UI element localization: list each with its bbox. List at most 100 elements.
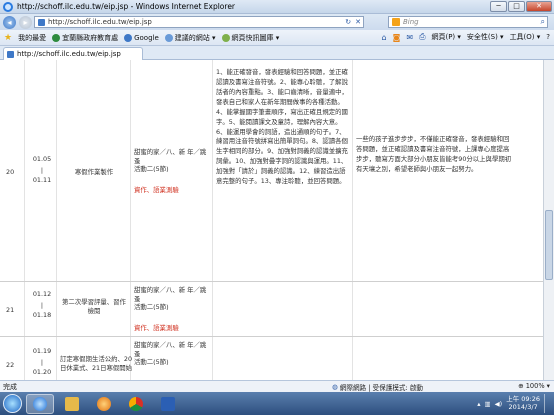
favorite-label: 宜蘭縣政府教育處: [62, 33, 119, 42]
rss-icon: ◙: [392, 32, 401, 42]
maximize-button[interactable]: □: [508, 1, 525, 12]
network-icon[interactable]: ▥: [484, 400, 490, 408]
address-url[interactable]: http://schoff.ilc.edu.tw/eip.jsp: [48, 18, 152, 26]
back-button[interactable]: ◂: [3, 15, 16, 29]
vertical-scrollbar[interactable]: [543, 60, 554, 380]
date-to: 01.11: [32, 176, 52, 185]
event-text: 寒假作業製作: [74, 168, 114, 176]
taskbar-word-button[interactable]: [154, 394, 182, 414]
ie-icon: [33, 396, 47, 411]
status-bar: 完成 ◍ 網際網路 | 受保護模式: 啟動 ⊕ 100% ▾: [0, 380, 554, 392]
date-separator: |: [40, 300, 44, 309]
taskbar-explorer-button[interactable]: [58, 394, 86, 414]
mail-button[interactable]: ✉: [406, 33, 413, 42]
lesson-cell: 甜蜜的家／八、新 年／跳蚤 活動二(5節) 資作、語業測驗: [134, 286, 212, 333]
print-icon: ⎙: [419, 32, 426, 41]
date-separator: |: [40, 357, 44, 366]
navigation-bar: ◂ ▸ http://schoff.ilc.edu.tw/eip.jsp ↻ ✕…: [0, 14, 554, 30]
volume-icon[interactable]: ◀): [495, 400, 503, 408]
mail-icon: ✉: [406, 32, 414, 42]
favorite-label: Google: [134, 33, 159, 42]
google-icon: [124, 33, 133, 42]
search-placeholder[interactable]: Bing: [403, 18, 419, 26]
page-menu[interactable]: 網頁(P) ▾: [431, 32, 460, 42]
date-from: 01.05: [32, 155, 52, 163]
clock-date: 2014/3/7: [508, 402, 538, 411]
close-button[interactable]: ✕: [526, 1, 552, 12]
start-button[interactable]: [3, 394, 22, 413]
lesson-sub: 活動二(5節): [134, 165, 169, 174]
favorites-button[interactable]: 我的最愛: [18, 33, 46, 43]
home-button[interactable]: ⌂: [382, 33, 387, 42]
command-bar: ⌂ ◙ ✉ ⎙ 網頁(P) ▾ 安全性(S) ▾ 工具(O) ▾ ?: [382, 32, 550, 42]
taskbar-media-button[interactable]: [90, 394, 118, 414]
window-controls: ─ □ ✕: [490, 1, 552, 12]
lesson-title: 甜蜜的家／八、新 年／跳蚤: [134, 148, 207, 165]
minimize-button[interactable]: ─: [490, 1, 507, 12]
week-number: 21: [6, 306, 15, 314]
date-to: 01.20: [32, 368, 52, 377]
help-menu[interactable]: ?: [546, 33, 550, 41]
favorite-item-web-slice-gallery[interactable]: 網頁快訊圖庫 ▾: [221, 33, 280, 43]
system-tray: ▴ ▥ ◀) 上午 09:26 2014/3/7: [477, 394, 552, 413]
security-zone[interactable]: ◍ 網際網路 | 受保護模式: 啟動: [332, 382, 423, 392]
favorite-label: 網頁快訊圖庫 ▾: [231, 33, 280, 42]
zoom-control[interactable]: ⊕ 100% ▾: [518, 382, 550, 390]
globe-icon: ◍: [332, 383, 338, 391]
lesson-title: 甜蜜的家／八、新 年／跳蚤: [134, 286, 207, 303]
week-number: 22: [6, 361, 15, 369]
taskbar-chrome-button[interactable]: [122, 394, 150, 414]
date-separator: |: [40, 165, 44, 174]
web-slice-icon: [221, 33, 230, 42]
title-bar: http://schoff.ilc.edu.tw/eip.jsp - Windo…: [0, 0, 554, 14]
show-desktop-button[interactable]: [544, 394, 552, 413]
tab-favicon-icon: [7, 50, 14, 58]
print-button[interactable]: ⎙: [419, 32, 425, 42]
favorites-star-icon[interactable]: ★: [4, 33, 12, 43]
media-player-icon: [97, 396, 111, 411]
notes-text: 一些的孩子進步步步，不僅能正確發音，發表經驗和回答問題，並正確認讀及書寫注音符號…: [356, 135, 512, 173]
scrollbar-thumb[interactable]: [545, 210, 553, 280]
date-range: 01.05 | 01.11: [30, 155, 54, 185]
lesson-tag: 資作、語業測驗: [134, 323, 179, 332]
favorite-label: 建議的網站 ▾: [174, 33, 216, 42]
safety-menu[interactable]: 安全性(S) ▾: [467, 32, 504, 42]
goals-text: 1、能正確發音，發表經驗和回答問題，並正確認讀及書寫注音符號。2、能專心聆聽，了…: [216, 68, 348, 186]
lesson-title: 甜蜜的家／八、新 年／跳蚤: [134, 341, 207, 358]
address-tools: ↻ ✕: [345, 18, 361, 26]
forward-button[interactable]: ▸: [19, 15, 32, 29]
favorite-item-suggested-sites[interactable]: 建議的網站 ▾: [164, 33, 216, 43]
status-text: 完成: [3, 382, 17, 391]
table-row: 22 01.19 | 01.20 訂定寒假期生活公約、20日休業式、21日寒假開…: [0, 337, 543, 380]
feeds-button[interactable]: ◙: [393, 33, 401, 42]
search-box[interactable]: Bing ⌕: [388, 16, 548, 28]
tools-menu[interactable]: 工具(O) ▾: [510, 32, 541, 42]
date-range: 01.19 | 01.20: [30, 347, 54, 377]
week-number: 20: [6, 168, 15, 176]
event-text: 第二次學習評量、習作檢閱: [62, 298, 126, 315]
stop-icon[interactable]: ✕: [355, 18, 361, 26]
page-content: 20 01.05 | 01.11 寒假作業製作 甜蜜的家／八、新 年／跳蚤 活動…: [0, 60, 543, 380]
bing-icon: [392, 18, 400, 26]
taskbar-ie-button[interactable]: [26, 393, 54, 414]
lesson-cell: 甜蜜的家／八、新 年／跳蚤 活動二(5節) 資作、語業測驗: [134, 148, 212, 195]
favorites-bar: ★ 我的最愛 宜蘭縣政府教育處 Google 建議的網站 ▾ 網頁快訊圖庫 ▾ …: [0, 30, 554, 46]
tab-active[interactable]: http://schoff.ilc.edu.tw/eip.jsp: [3, 47, 143, 60]
table-row: 20 01.05 | 01.11 寒假作業製作 甜蜜的家／八、新 年／跳蚤 活動…: [0, 60, 543, 282]
date-from: 01.19: [32, 347, 52, 355]
ie-logo-icon: [3, 1, 13, 12]
refresh-icon[interactable]: ↻: [345, 18, 351, 26]
suggested-sites-icon: [164, 33, 173, 42]
address-bar[interactable]: http://schoff.ilc.edu.tw/eip.jsp ↻ ✕: [34, 16, 364, 28]
event-text: 訂定寒假期生活公約、20日休業式、21日寒假開始: [60, 355, 133, 372]
tray-chevron-icon[interactable]: ▴: [477, 400, 480, 408]
page-favicon-icon: [38, 18, 45, 26]
zone-text: 網際網路 | 受保護模式: 啟動: [339, 384, 424, 392]
date-from: 01.12: [32, 290, 52, 298]
search-icon[interactable]: ⌕: [541, 17, 545, 27]
lesson-sub: 活動二(5節): [134, 303, 169, 312]
lesson-sub: 活動二(5節): [134, 358, 169, 367]
favorite-item-google[interactable]: Google: [124, 33, 159, 42]
clock[interactable]: 上午 09:26 2014/3/7: [506, 395, 540, 412]
favorite-item-yilan-education[interactable]: 宜蘭縣政府教育處: [52, 33, 118, 43]
